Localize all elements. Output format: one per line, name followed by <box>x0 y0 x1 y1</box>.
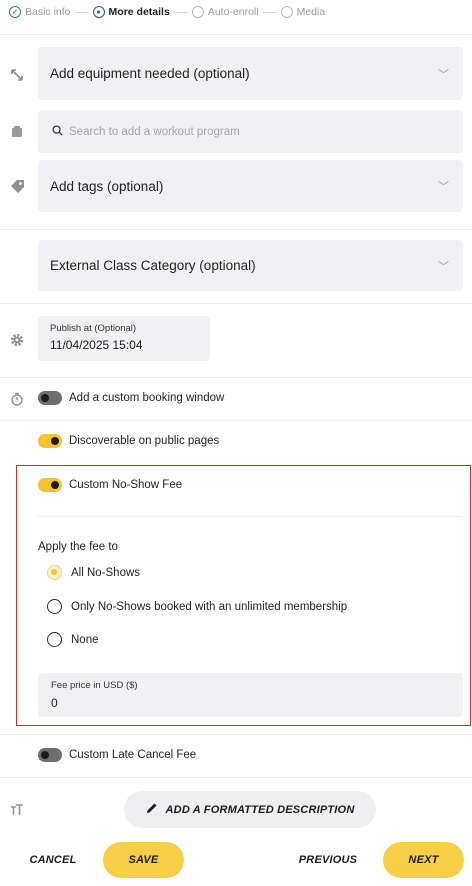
step-active-icon: ● <box>92 6 105 18</box>
step-pending-icon <box>191 6 204 18</box>
step-label: Basic info <box>25 6 71 18</box>
divider <box>0 777 472 778</box>
publish-at-field[interactable]: Publish at (Optional) 11/04/2025 15:04 <box>38 316 210 361</box>
toggle-knob <box>51 481 59 489</box>
discoverable-label: Discoverable on public pages <box>69 435 220 447</box>
workout-search-input[interactable]: Search to add a workout program <box>38 110 463 153</box>
previous-button[interactable]: PREVIOUS <box>292 846 364 874</box>
discoverable-toggle[interactable] <box>38 434 62 448</box>
fee-price-value: 0 <box>51 696 58 710</box>
fee-price-label: Fee price in USD ($) <box>51 680 138 691</box>
divider <box>0 303 472 304</box>
step-done-icon: ✓ <box>9 6 21 18</box>
radio-all-no-shows[interactable]: All No-Shows <box>47 565 140 580</box>
chevron-down-icon: ﹀ <box>438 68 449 81</box>
radio-button[interactable] <box>47 565 62 580</box>
divider <box>0 420 472 421</box>
step-auto-enroll[interactable]: Auto-enroll <box>191 6 259 18</box>
search-placeholder: Search to add a workout program <box>69 125 240 138</box>
text-size-icon <box>9 802 25 818</box>
step-basic-info[interactable]: ✓ Basic info <box>9 6 71 18</box>
equipment-select-label: Add equipment needed (optional) <box>50 66 250 81</box>
radio-button[interactable] <box>47 632 62 647</box>
radio-none[interactable]: None <box>47 632 99 647</box>
radio-unlimited-membership[interactable]: Only No-Shows booked with an unlimited m… <box>47 599 347 614</box>
progress-stepper: ✓ Basic info ● More details Auto-enroll … <box>9 6 325 18</box>
search-icon <box>52 124 63 139</box>
next-button[interactable]: NEXT <box>383 842 464 878</box>
apply-fee-heading: Apply the fee to <box>38 541 118 553</box>
equipment-select[interactable]: Add equipment needed (optional) ﹀ <box>38 47 463 100</box>
booking-window-label: Add a custom booking window <box>69 392 225 404</box>
divider <box>0 734 472 735</box>
timer-icon <box>9 391 25 407</box>
toggle-knob <box>41 394 49 402</box>
no-show-fee-label: Custom No-Show Fee <box>69 479 183 491</box>
step-pending-icon <box>280 6 293 18</box>
divider <box>0 34 472 35</box>
step-label: More details <box>108 6 170 18</box>
divider <box>0 229 472 230</box>
step-separator <box>262 11 277 13</box>
divider <box>38 516 462 517</box>
cancel-button[interactable]: CANCEL <box>22 846 84 874</box>
no-show-fee-row: Custom No-Show Fee <box>38 478 182 492</box>
fee-price-field[interactable]: Fee price in USD ($) 0 <box>38 673 463 717</box>
radio-label: All No-Shows <box>71 566 141 579</box>
external-category-label: External Class Category (optional) <box>50 258 256 273</box>
toggle-knob <box>51 437 59 445</box>
late-cancel-row: Custom Late Cancel Fee <box>38 748 196 762</box>
no-show-fee-toggle[interactable] <box>38 478 62 492</box>
step-separator <box>173 11 188 13</box>
add-description-button[interactable]: ADD A FORMATTED DESCRIPTION <box>124 791 376 828</box>
step-label: Media <box>296 6 326 18</box>
chevron-down-icon: ﹀ <box>438 260 449 273</box>
publish-at-value: 11/04/2025 15:04 <box>50 338 143 352</box>
tag-icon <box>9 178 25 194</box>
radio-button[interactable] <box>47 599 62 614</box>
toggle-knob <box>41 751 49 759</box>
workout-program-icon <box>9 124 25 140</box>
tags-select[interactable]: Add tags (optional) ﹀ <box>38 160 463 212</box>
save-button[interactable]: SAVE <box>103 842 184 878</box>
step-media[interactable]: Media <box>280 6 326 18</box>
add-description-label: ADD A FORMATTED DESCRIPTION <box>165 803 355 816</box>
radio-label: None <box>71 633 99 646</box>
discoverable-row: Discoverable on public pages <box>38 434 219 448</box>
resize-arrows-icon <box>9 67 25 83</box>
chevron-down-icon: ﹀ <box>438 181 449 193</box>
step-separator <box>74 11 89 13</box>
late-cancel-toggle[interactable] <box>38 748 62 762</box>
booking-window-toggle[interactable] <box>38 391 62 405</box>
tags-select-label: Add tags (optional) <box>50 178 164 194</box>
step-more-details[interactable]: ● More details <box>92 6 170 18</box>
external-category-select[interactable]: External Class Category (optional) ﹀ <box>38 240 463 291</box>
late-cancel-label: Custom Late Cancel Fee <box>69 749 197 761</box>
pencil-icon <box>146 802 158 817</box>
radio-label: Only No-Shows booked with an unlimited m… <box>71 600 348 613</box>
divider <box>0 377 472 378</box>
gear-icon <box>9 332 25 348</box>
publish-at-label: Publish at (Optional) <box>50 323 137 334</box>
booking-window-row: Add a custom booking window <box>38 391 224 405</box>
step-label: Auto-enroll <box>207 6 259 18</box>
